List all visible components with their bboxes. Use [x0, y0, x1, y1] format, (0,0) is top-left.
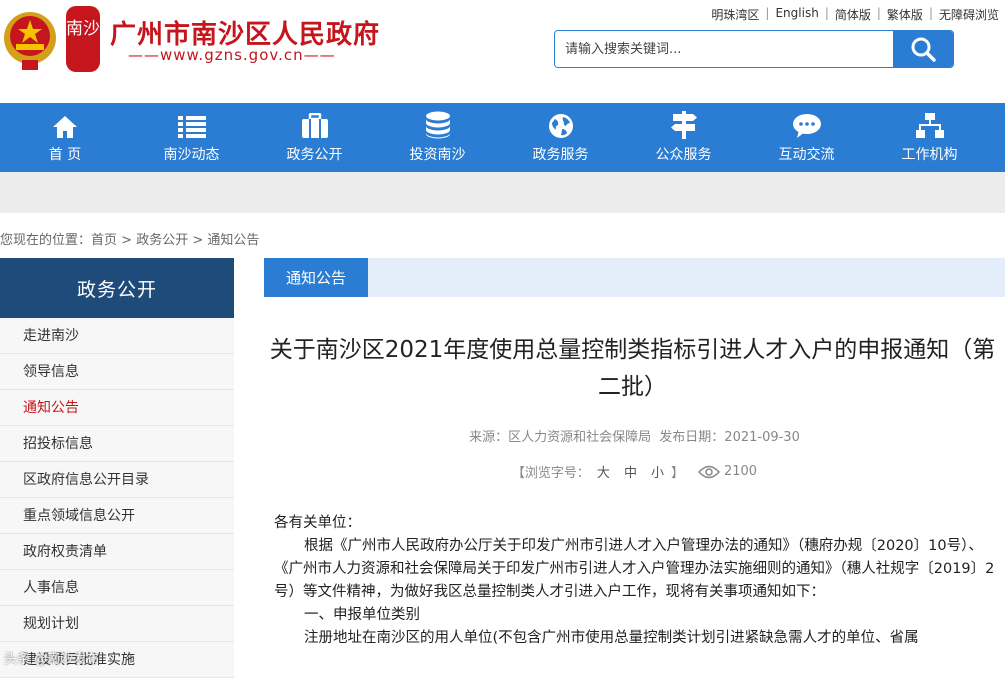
nav-label: 互动交流 [778, 147, 835, 163]
breadcrumb-home[interactable]: 首页 [91, 233, 117, 248]
top-link-mingzhu[interactable]: 明珠湾区 [705, 6, 765, 23]
chat-icon [792, 111, 822, 139]
home-icon [52, 111, 78, 139]
breadcrumb-prefix: 您现在的位置： [0, 233, 92, 248]
nav-item-gov-service[interactable]: 政务服务 [499, 103, 622, 172]
svg-text:南沙: 南沙 [66, 19, 100, 39]
org-chart-icon [915, 111, 944, 139]
view-count: 2100 [697, 464, 758, 479]
search-button[interactable] [893, 31, 953, 67]
sidebar: 政务公开 走进南沙 领导信息 通知公告 招投标信息 区政府信息公开目录 重点领域… [0, 258, 234, 678]
breadcrumb-gov-affairs[interactable]: 政务公开 [136, 233, 188, 248]
top-links: 明珠湾区 | English | 简体版 | 繁体版 | 无障碍浏览 [705, 6, 1005, 23]
signpost-icon [670, 111, 698, 139]
nav-item-news[interactable]: 南沙动态 [130, 103, 253, 172]
search-box [554, 30, 954, 68]
font-size-small[interactable]: 小 [651, 462, 664, 481]
nav-item-invest[interactable]: 投资南沙 [376, 103, 499, 172]
site-url: ——www.gzns.gov.cn—— [128, 46, 336, 64]
eye-icon [697, 465, 720, 478]
breadcrumb-separator: > [188, 233, 208, 248]
breadcrumb: 您现在的位置：首页 > 政务公开 > 通知公告 [0, 229, 259, 248]
view-count-value: 2100 [723, 464, 758, 479]
article-paragraph: 一、申报单位类别 [304, 607, 420, 623]
list-icon [177, 111, 206, 139]
nav-label: 政务公开 [286, 147, 343, 163]
search-icon [911, 37, 936, 62]
banner-area [0, 172, 1005, 213]
nav-item-home[interactable]: 首 页 [0, 103, 130, 172]
tab-notices[interactable]: 通知公告 [264, 258, 368, 297]
nav-item-interaction[interactable]: 互动交流 [745, 103, 868, 172]
top-link-simplified[interactable]: 简体版 [829, 6, 877, 23]
nansha-seal-logo: 南沙 [66, 6, 100, 72]
globe-icon [548, 111, 574, 139]
sidebar-item-power-list[interactable]: 政府权责清单 [0, 534, 234, 570]
nav-label: 公众服务 [655, 147, 712, 163]
top-link-traditional[interactable]: 繁体版 [881, 6, 929, 23]
briefcase-icon [301, 111, 329, 139]
nav-item-gov-affairs[interactable]: 政务公开 [253, 103, 376, 172]
article-meta: 来源：区人力资源和社会保障局 发布日期：2021-09-30 [264, 426, 1005, 445]
search-input[interactable] [555, 31, 893, 67]
article-area: 通知公告 关于南沙区2021年度使用总量控制类指标引进人才入户的申报通知（第二批… [264, 258, 1005, 646]
national-emblem-icon [4, 12, 56, 70]
article-paragraph: 根据《广州市人民政府办公厅关于印发广州市引进人才入户管理办法的通知》（穗府办规〔… [274, 538, 995, 600]
font-size-label-close: 】 [670, 466, 684, 481]
watermark: 头条 @南沙发布 [4, 652, 100, 667]
article-paragraph: 各有关单位： [274, 515, 361, 531]
breadcrumb-separator: > [117, 233, 137, 248]
font-size-large[interactable]: 大 [597, 462, 610, 481]
nav-label: 南沙动态 [163, 147, 220, 163]
nav-item-agencies[interactable]: 工作机构 [868, 103, 991, 172]
font-size-medium[interactable]: 中 [624, 462, 637, 481]
coins-icon [425, 111, 451, 139]
nav-label: 投资南沙 [409, 147, 466, 163]
sidebar-item-planning[interactable]: 规划计划 [0, 606, 234, 642]
nav-item-public-service[interactable]: 公众服务 [622, 103, 745, 172]
sidebar-item-notices[interactable]: 通知公告 [0, 390, 234, 426]
top-link-accessibility[interactable]: 无障碍浏览 [933, 6, 1005, 23]
sidebar-item-personnel[interactable]: 人事信息 [0, 570, 234, 606]
font-size-label: 【浏览字号： [511, 466, 590, 481]
article-date: 发布日期：2021-09-30 [659, 430, 800, 445]
site-header: 南沙 广州市南沙区人民政府 ——www.gzns.gov.cn—— 明珠湾区 |… [0, 0, 1005, 103]
breadcrumb-notices[interactable]: 通知公告 [207, 233, 259, 248]
article-paragraph: 注册地址在南沙区的用人单位(不包含广州市使用总量控制类计划引进紧缺急需人才的单位… [304, 630, 919, 646]
sidebar-item-about[interactable]: 走进南沙 [0, 318, 234, 354]
sidebar-item-leaders[interactable]: 领导信息 [0, 354, 234, 390]
nav-label: 首 页 [48, 147, 82, 163]
nav-label: 政务服务 [532, 147, 589, 163]
sidebar-item-key-areas[interactable]: 重点领域信息公开 [0, 498, 234, 534]
article-title: 关于南沙区2021年度使用总量控制类指标引进人才入户的申报通知（第二批） [269, 337, 996, 400]
sidebar-title: 政务公开 [0, 258, 234, 318]
sidebar-item-disclosure-catalog[interactable]: 区政府信息公开目录 [0, 462, 234, 498]
sidebar-item-bidding[interactable]: 招投标信息 [0, 426, 234, 462]
article-body: 各有关单位： 根据《广州市人民政府办公厅关于印发广州市引进人才入户管理办法的通知… [274, 512, 1002, 650]
top-link-english[interactable]: English [769, 6, 824, 23]
nav-label: 工作机构 [901, 147, 958, 163]
main-nav: 首 页 南沙动态 政务公开 投资南沙 政务服务 公众服务 互动交流 工作机构 [0, 103, 1005, 172]
font-size-bar: 【浏览字号： 大 中 小 】 2100 [264, 462, 1005, 481]
section-tab-bar: 通知公告 [264, 258, 1005, 297]
article-source: 来源：区人力资源和社会保障局 [469, 430, 652, 445]
